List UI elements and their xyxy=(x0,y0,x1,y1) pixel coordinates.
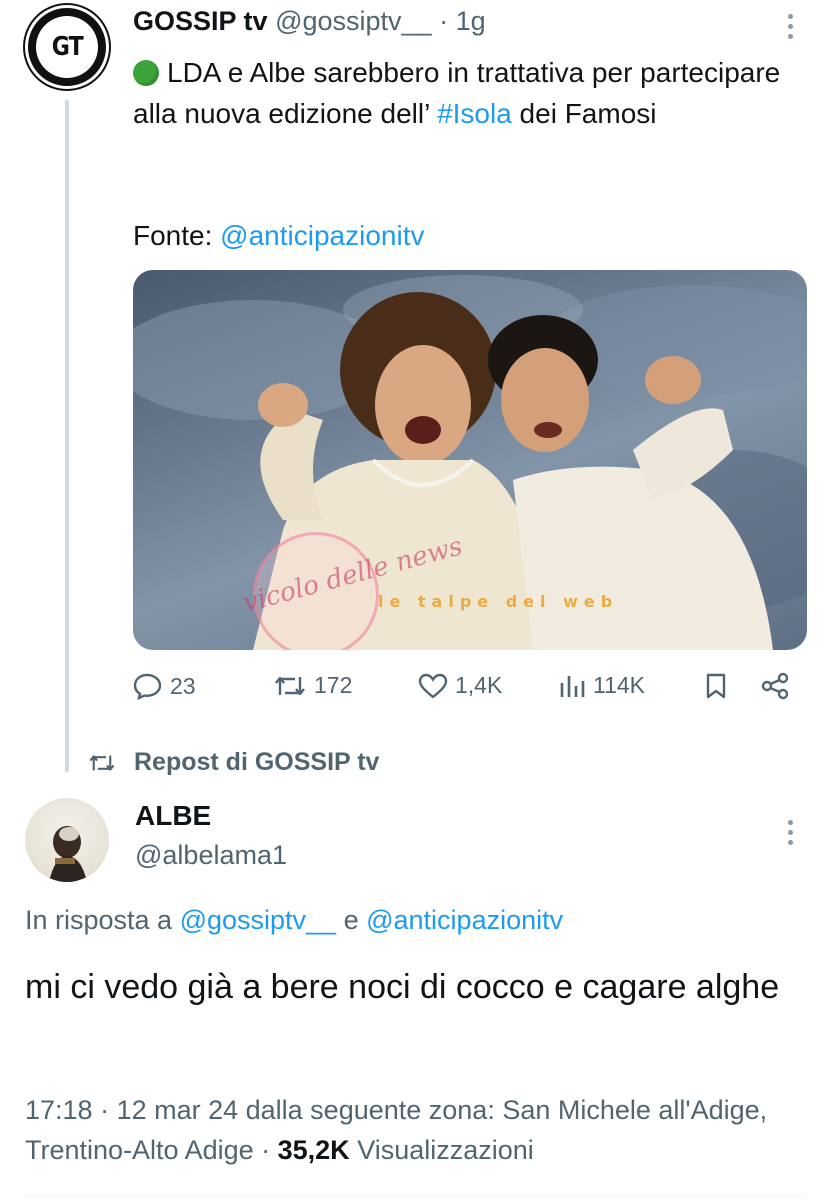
avatar-gossiptv[interactable]: GT xyxy=(25,5,109,89)
reply-tweet-text: mi ci vedo già a bere noci di cocco e ca… xyxy=(25,968,780,1006)
like-action[interactable]: 1,4K xyxy=(418,672,502,699)
avatar-gossiptv-text: GT xyxy=(51,32,83,62)
repost-banner-label[interactable]: Repost di GOSSIP tv xyxy=(134,748,379,777)
author-handle[interactable]: @gossiptv__ xyxy=(275,6,432,36)
reply-action[interactable]: 23 xyxy=(133,672,196,700)
repost-banner-icon xyxy=(89,754,115,771)
more-options-icon[interactable] xyxy=(785,14,795,39)
reply-count: 23 xyxy=(170,672,196,699)
share-icon xyxy=(761,672,789,700)
thread-line xyxy=(65,100,69,772)
like-count: 1,4K xyxy=(455,672,503,698)
repost-banner: Repost di GOSSIP tv xyxy=(88,748,379,777)
author-name[interactable]: GOSSIP tv xyxy=(133,6,268,36)
watermark-right-text: le talpe del web xyxy=(378,592,619,611)
reply-meta: 17:18 · 12 mar 24 dalla seguente zona: S… xyxy=(25,1090,805,1170)
reply-author-handle[interactable]: @albelama1 xyxy=(135,840,287,871)
share-action[interactable] xyxy=(760,672,790,700)
hashtag-link[interactable]: #Isola xyxy=(437,98,512,129)
divider xyxy=(25,1195,805,1196)
reply-to-and: e xyxy=(336,905,367,935)
tweet-text: LDA e Albe sarebbero in trattativa per p… xyxy=(133,52,813,134)
bookmark-action[interactable] xyxy=(704,672,728,700)
analytics-icon xyxy=(560,675,585,697)
tweet-text-part2: dei Famosi xyxy=(511,98,657,129)
reply-to-user1-link[interactable]: @gossiptv__ xyxy=(180,905,337,935)
source-label: Fonte: xyxy=(133,220,221,251)
source-mention-link[interactable]: @anticipazionitv xyxy=(220,220,424,251)
bookmark-icon xyxy=(706,673,726,699)
green-circle-icon xyxy=(133,60,159,86)
views-action[interactable]: 114K xyxy=(558,672,645,699)
avatar-gossiptv-inner: GT xyxy=(36,16,98,78)
avatar-albelama1[interactable] xyxy=(25,798,109,882)
reply-views-count: 35,2K xyxy=(277,1135,350,1165)
avatar-figure xyxy=(49,826,87,882)
reply-author-name[interactable]: ALBE xyxy=(135,800,211,832)
heart-icon xyxy=(418,673,448,699)
reply-to-label: In risposta a xyxy=(25,905,180,935)
reply-context: In risposta a @gossiptv__ e @anticipazio… xyxy=(25,905,563,936)
views-count: 114K xyxy=(593,672,646,698)
reply-to-user2-link[interactable]: @anticipazionitv xyxy=(366,905,563,935)
repost-action[interactable]: 172 xyxy=(273,672,352,699)
repost-count: 172 xyxy=(314,672,353,698)
repost-icon xyxy=(275,676,305,695)
tweet-time[interactable]: · 1g xyxy=(439,6,486,36)
reply-views-label: Visualizzazioni xyxy=(349,1135,534,1165)
reply-icon xyxy=(133,673,162,700)
reply-more-options-icon[interactable] xyxy=(785,820,795,845)
source-line: Fonte: @anticipazionitv xyxy=(133,220,424,252)
tweet-header: GOSSIP tv @gossiptv__ · 1g xyxy=(133,6,486,37)
